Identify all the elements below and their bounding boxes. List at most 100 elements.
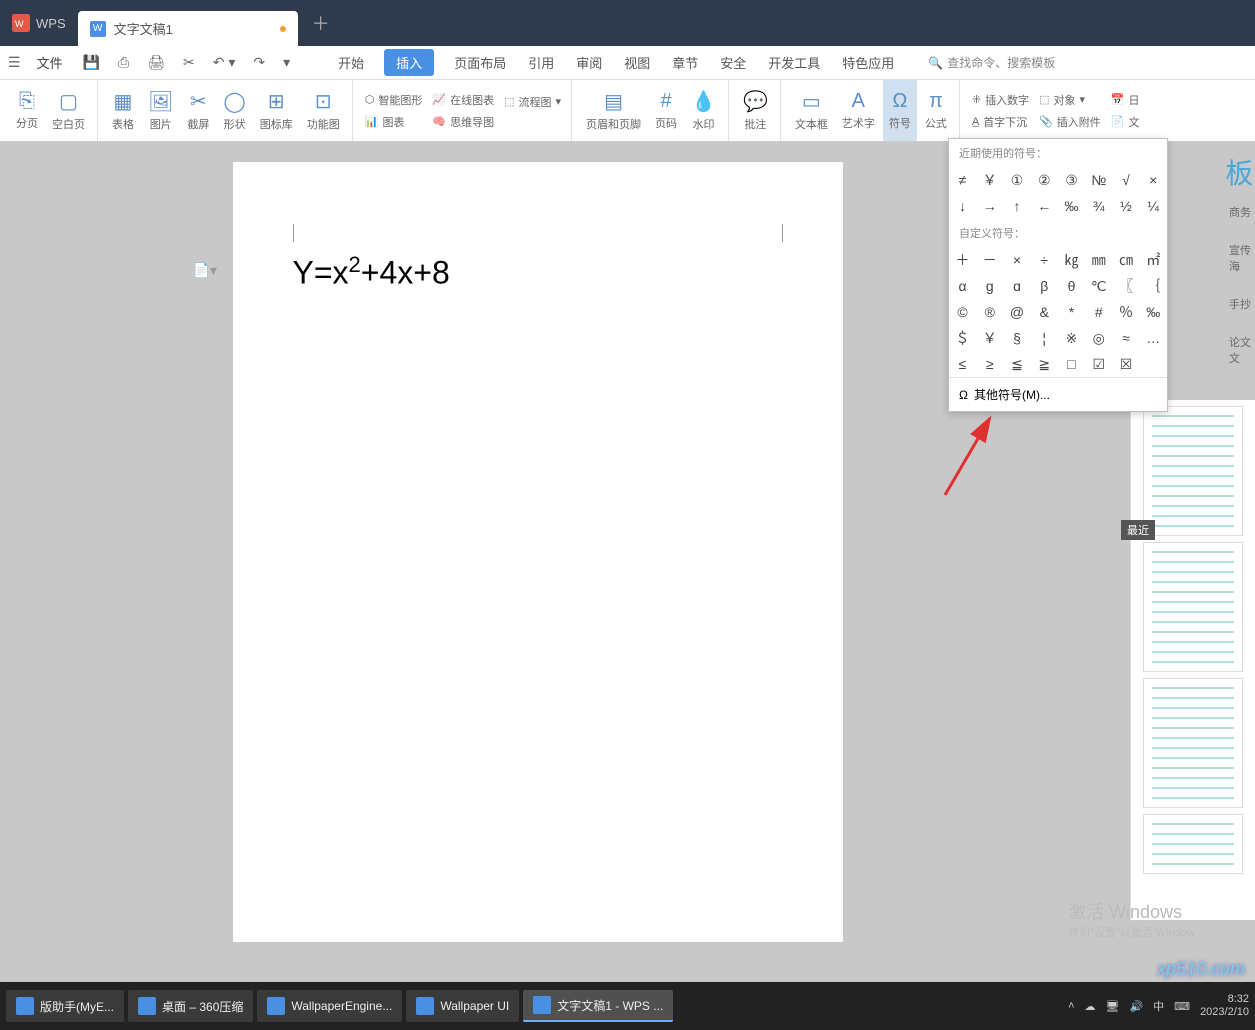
- symbol-cell[interactable]: ￥: [976, 325, 1003, 351]
- symbol-cell[interactable]: →: [976, 193, 1003, 219]
- online-chart-button[interactable]: 📈 在线图表: [428, 90, 498, 110]
- mindmap-button[interactable]: 🧠 思维导图: [428, 112, 498, 132]
- symbol-cell[interactable]: &: [1031, 299, 1058, 325]
- symbol-cell[interactable]: □: [1058, 351, 1085, 377]
- symbol-cell[interactable]: ㎏: [1058, 247, 1085, 273]
- symbol-cell[interactable]: ≦: [1004, 351, 1031, 377]
- symbol-cell[interactable]: ☒: [1113, 351, 1140, 377]
- tray-cloud-icon[interactable]: ☁: [1085, 1000, 1096, 1013]
- save-icon[interactable]: 💾: [79, 54, 104, 71]
- taskbar-item[interactable]: WallpaperEngine...: [257, 990, 402, 1022]
- symbol-cell[interactable]: ¦: [1031, 325, 1058, 351]
- symbol-cell[interactable]: @: [1004, 299, 1031, 325]
- more-symbols-button[interactable]: Ω 其他符号(M)...: [949, 377, 1167, 411]
- menu-tab-视图[interactable]: 视图: [622, 49, 652, 76]
- symbol-cell[interactable]: #: [1085, 299, 1112, 325]
- symbol-cell[interactable]: β: [1031, 273, 1058, 299]
- symbol-cell[interactable]: ≥: [976, 351, 1003, 377]
- symbol-cell[interactable]: ↓: [949, 193, 976, 219]
- symbol-cell[interactable]: ＄: [949, 325, 976, 351]
- cut-icon[interactable]: ✂: [179, 54, 199, 71]
- symbol-cell[interactable]: §: [1004, 325, 1031, 351]
- right-tab[interactable]: 宣传海: [1225, 238, 1255, 278]
- redo-icon[interactable]: ↷: [249, 54, 269, 71]
- right-tab[interactable]: 手抄: [1225, 292, 1255, 316]
- symbol-cell[interactable]: －: [976, 247, 1003, 273]
- symbol-cell[interactable]: 〖: [1113, 273, 1140, 299]
- print-icon[interactable]: 🖨: [143, 54, 169, 71]
- smartart-button[interactable]: ⬡ 智能图形: [361, 90, 427, 110]
- menu-tab-开发工具[interactable]: 开发工具: [766, 49, 822, 76]
- watermark-button[interactable]: 💧水印: [685, 80, 722, 141]
- tray-chevron[interactable]: ˄: [1068, 1000, 1074, 1012]
- menu-tab-章节[interactable]: 章节: [670, 49, 700, 76]
- equation-text[interactable]: Y=x2+4x+8: [293, 252, 783, 292]
- symbol-cell[interactable]: *: [1058, 299, 1085, 325]
- menu-tab-页面布局[interactable]: 页面布局: [452, 49, 508, 76]
- page-break-button[interactable]: ⎘分页: [10, 80, 44, 141]
- search-command[interactable]: 🔍 查找命令、搜索模板: [928, 54, 1055, 71]
- tray-keyboard-icon[interactable]: ⌨: [1174, 1000, 1190, 1013]
- symbol-cell[interactable]: ½: [1113, 193, 1140, 219]
- symbol-cell[interactable]: ¼: [1140, 193, 1167, 219]
- equation-button[interactable]: π公式: [919, 80, 953, 141]
- symbol-cell[interactable]: θ: [1058, 273, 1085, 299]
- symbol-cell[interactable]: ③: [1058, 167, 1085, 193]
- symbol-cell[interactable]: ｛: [1140, 273, 1167, 299]
- symbol-cell[interactable]: ®: [976, 299, 1003, 325]
- symbol-cell[interactable]: ɡ: [976, 273, 1003, 299]
- screenshot-button[interactable]: ✂截屏: [181, 80, 215, 141]
- format-painter-icon[interactable]: ▾: [279, 54, 294, 71]
- menu-tab-引用[interactable]: 引用: [526, 49, 556, 76]
- symbol-cell[interactable]: α: [949, 273, 976, 299]
- template-thumb[interactable]: [1143, 542, 1243, 672]
- taskbar-item[interactable]: 版助手(MyE...: [6, 990, 124, 1022]
- symbol-cell[interactable]: ≧: [1031, 351, 1058, 377]
- symbol-cell[interactable]: [1140, 351, 1167, 377]
- templates-panel[interactable]: [1130, 400, 1255, 920]
- symbol-cell[interactable]: ‰: [1058, 193, 1085, 219]
- comment-button[interactable]: 💬批注: [737, 80, 774, 141]
- symbol-cell[interactable]: ※: [1058, 325, 1085, 351]
- picture-button[interactable]: 🖼图片: [142, 80, 179, 141]
- flow-button[interactable]: ⬚ 流程图 ▾: [500, 92, 565, 112]
- symbol-cell[interactable]: ①: [1004, 167, 1031, 193]
- symbol-cell[interactable]: √: [1113, 167, 1140, 193]
- symbol-button[interactable]: Ω符号: [883, 80, 917, 141]
- tray-volume-icon[interactable]: 🔊: [1129, 1000, 1143, 1013]
- taskbar-item[interactable]: Wallpaper UI: [406, 990, 519, 1022]
- symbol-cell[interactable]: ＋: [949, 247, 976, 273]
- insert-number-button[interactable]: ⁜ 插入数字: [968, 90, 1033, 110]
- undo-icon[interactable]: ↶ ▾: [209, 54, 240, 71]
- template-thumb[interactable]: [1143, 814, 1243, 874]
- icon-lib-button[interactable]: ⊞图标库: [254, 80, 299, 141]
- textframe-button[interactable]: ▭文本框: [789, 80, 834, 141]
- symbol-cell[interactable]: ≤: [949, 351, 976, 377]
- taskbar-item[interactable]: 桌面 – 360压缩: [128, 990, 253, 1022]
- header-footer-button[interactable]: ▤页眉和页脚: [580, 80, 647, 141]
- attachment-button[interactable]: 📎 插入附件: [1035, 112, 1105, 132]
- menu-tab-开始[interactable]: 开始: [336, 49, 366, 76]
- shapes-button[interactable]: ◯形状: [217, 80, 251, 141]
- symbol-cell[interactable]: ㎡: [1140, 247, 1167, 273]
- tray-monitor-icon[interactable]: 🖥: [1106, 1000, 1120, 1013]
- object-button[interactable]: ⬚ 对象 ▾: [1035, 90, 1105, 110]
- symbol-cell[interactable]: ≈: [1113, 325, 1140, 351]
- tray-datetime[interactable]: 8:32 2023/2/10: [1200, 993, 1249, 1019]
- page-number-button[interactable]: #页码: [649, 80, 683, 141]
- blank-page-button[interactable]: ▢空白页: [46, 80, 91, 141]
- symbol-cell[interactable]: …: [1140, 325, 1167, 351]
- symbol-cell[interactable]: ©: [949, 299, 976, 325]
- symbol-cell[interactable]: ←: [1031, 193, 1058, 219]
- right-tab[interactable]: 论文文: [1225, 330, 1255, 370]
- symbol-cell[interactable]: ×: [1004, 247, 1031, 273]
- symbol-cell[interactable]: ％: [1113, 299, 1140, 325]
- new-tab-button[interactable]: ＋: [298, 10, 344, 36]
- symbol-cell[interactable]: ‰: [1140, 299, 1167, 325]
- dropcap-button[interactable]: A̲ 首字下沉: [968, 112, 1033, 132]
- wordart-button[interactable]: A艺术字: [836, 80, 881, 141]
- symbol-cell[interactable]: ɑ: [1004, 273, 1031, 299]
- symbol-cell[interactable]: ㎝: [1113, 247, 1140, 273]
- chart-button[interactable]: 📊 图表: [361, 112, 427, 132]
- symbol-cell[interactable]: ÷: [1031, 247, 1058, 273]
